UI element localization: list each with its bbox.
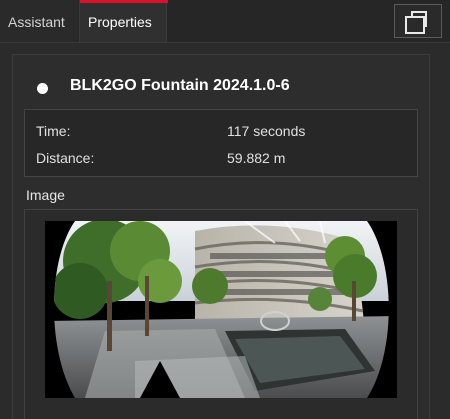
status-dot	[37, 83, 48, 94]
tab-assistant[interactable]: Assistant	[0, 0, 78, 42]
distance-value: 59.882 m	[227, 150, 286, 166]
panorama-image-svg	[45, 221, 397, 398]
image-section-label: Image	[26, 187, 65, 203]
details-box: Time: 117 seconds Distance: 59.882 m	[24, 109, 418, 177]
time-label: Time:	[36, 123, 71, 139]
tab-properties-label: Properties	[88, 14, 152, 30]
tab-properties[interactable]: Properties	[79, 0, 168, 42]
tab-assistant-label: Assistant	[8, 14, 65, 30]
panorama-image[interactable]	[45, 221, 397, 398]
tab-bar: Assistant Properties	[0, 0, 450, 43]
distance-label: Distance:	[36, 150, 95, 166]
scan-title: BLK2GO Fountain 2024.1.0-6	[70, 77, 290, 94]
window-restore-button[interactable]	[394, 4, 442, 38]
time-value: 117 seconds	[227, 123, 306, 139]
